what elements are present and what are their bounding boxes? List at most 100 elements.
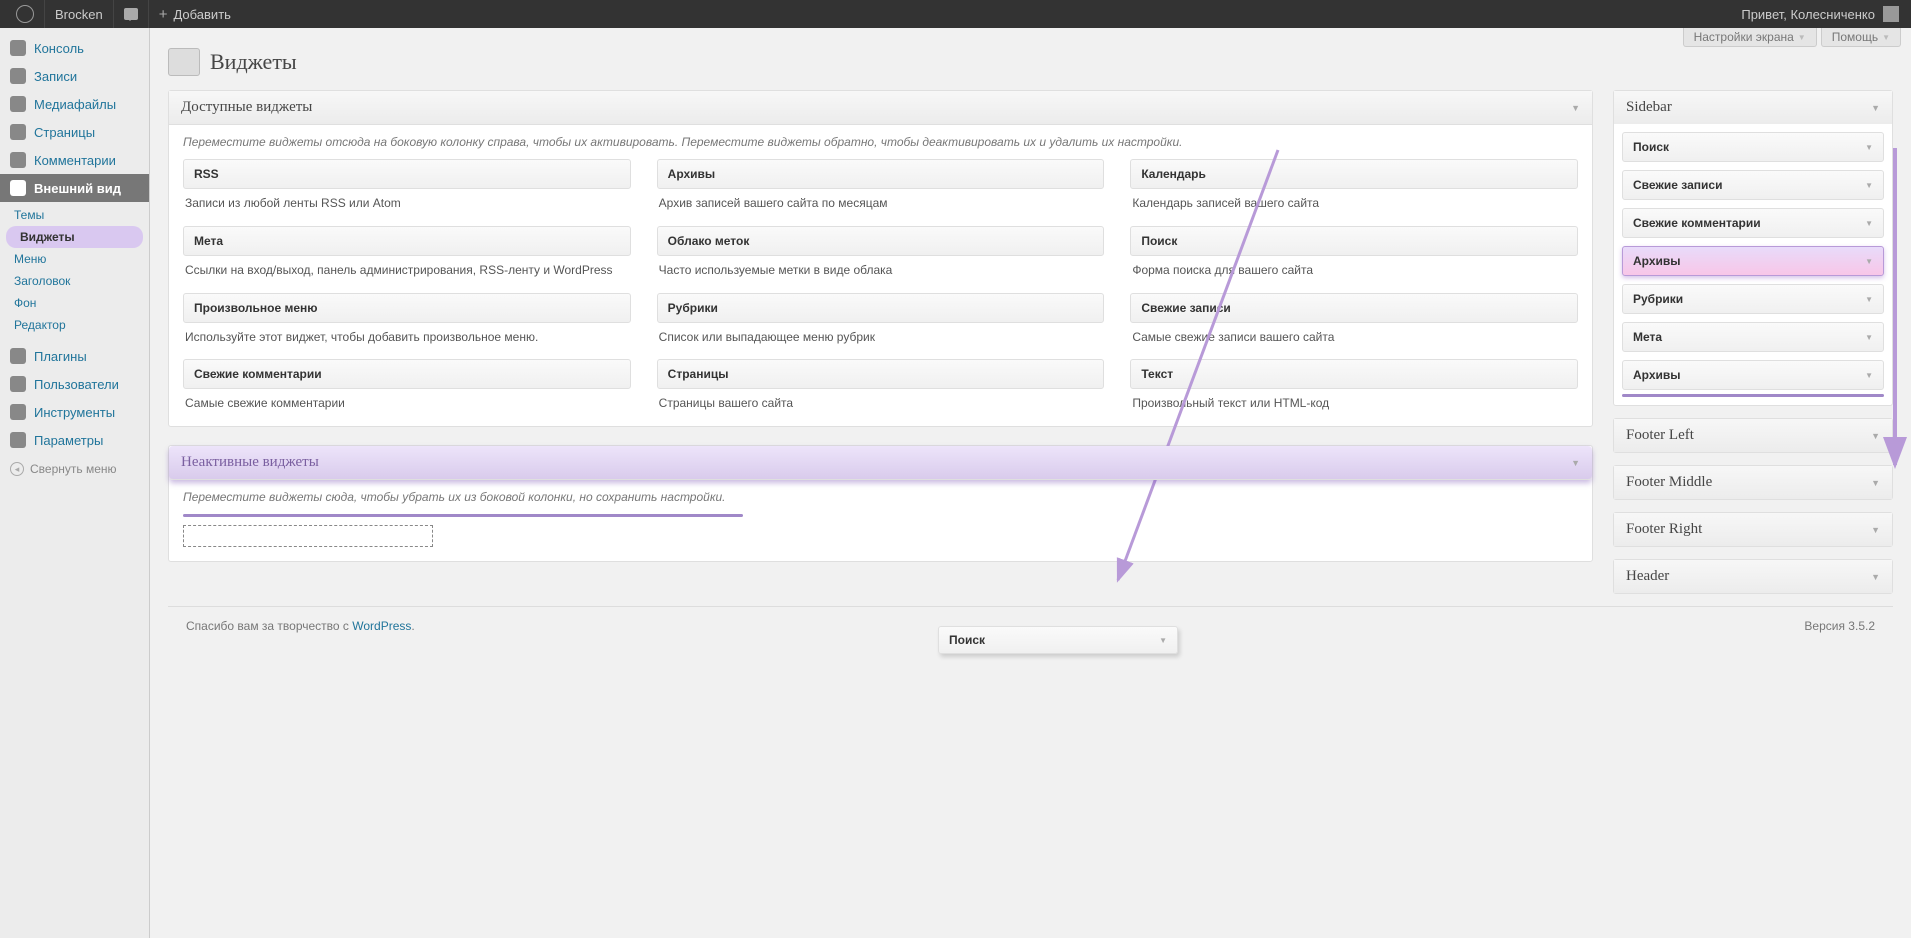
widget-handle[interactable]: Текст [1130, 359, 1578, 389]
collapse-icon: ◂ [10, 462, 24, 476]
comments-bubble[interactable] [113, 0, 148, 28]
submenu-editor[interactable]: Редактор [0, 314, 149, 336]
widget-item: ПоискФорма поиска для вашего сайта [1130, 226, 1578, 279]
widgets-icon [168, 48, 200, 76]
chevron-down-icon[interactable]: ▼ [1571, 103, 1580, 113]
sidebar-area-title[interactable]: Sidebar▼ [1614, 91, 1892, 124]
menu-tools[interactable]: Инструменты [0, 398, 149, 426]
chevron-down-icon[interactable]: ▼ [1571, 458, 1580, 468]
inactive-desc: Переместите виджеты сюда, чтобы убрать и… [183, 490, 1578, 504]
widget-item: Облако метокЧасто используемые метки в в… [657, 226, 1105, 279]
widget-handle[interactable]: Календарь [1130, 159, 1578, 189]
comment-icon [124, 8, 138, 20]
appearance-submenu: Темы Виджеты Меню Заголовок Фон Редактор [0, 202, 149, 342]
avatar-icon[interactable] [1883, 6, 1899, 22]
chevron-down-icon: ▼ [1882, 33, 1890, 42]
footer-middle-area[interactable]: Footer Middle▼ [1613, 465, 1893, 500]
admin-bar: Brocken + Добавить Привет, Колесниченко [0, 0, 1911, 28]
sidebar-widget[interactable]: Рубрики▼ [1622, 284, 1884, 314]
widget-desc: Часто используемые метки в виде облака [657, 256, 1105, 279]
dragged-widget[interactable]: Поиск ▼ [938, 626, 1178, 654]
settings-icon [10, 432, 26, 448]
available-desc: Переместите виджеты отсюда на боковую ко… [183, 135, 1578, 149]
widget-item: РубрикиСписок или выпадающее меню рубрик [657, 293, 1105, 346]
widget-item: СтраницыСтраницы вашего сайта [657, 359, 1105, 412]
wp-logo[interactable] [6, 0, 44, 28]
sidebar-widget[interactable]: Свежие записи▼ [1622, 170, 1884, 200]
sidebar-widget-highlighted[interactable]: Архивы▼ [1622, 246, 1884, 276]
menu-plugins[interactable]: Плагины [0, 342, 149, 370]
footer-left-area[interactable]: Footer Left▼ [1613, 418, 1893, 453]
inactive-widgets-title[interactable]: Неактивные виджеты ▼ [169, 446, 1592, 480]
widget-handle[interactable]: Свежие комментарии [183, 359, 631, 389]
greeting[interactable]: Привет, Колесниченко [1741, 7, 1875, 22]
add-new[interactable]: + Добавить [148, 0, 241, 28]
widget-desc: Самые свежие записи вашего сайта [1130, 323, 1578, 346]
sidebar-widget[interactable]: Архивы▼ [1622, 360, 1884, 390]
submenu-widgets[interactable]: Виджеты [6, 226, 143, 248]
plugins-icon [10, 348, 26, 364]
header-area[interactable]: Header▼ [1613, 559, 1893, 594]
plus-icon: + [159, 6, 168, 23]
widget-handle[interactable]: Страницы [657, 359, 1105, 389]
widget-handle[interactable]: Облако меток [657, 226, 1105, 256]
chevron-down-icon: ▼ [1871, 572, 1880, 582]
media-icon [10, 96, 26, 112]
widget-desc: Ссылки на вход/выход, панель администрир… [183, 256, 631, 279]
content: Настройки экрана▼ Помощь▼ Виджеты Доступ… [150, 28, 1911, 938]
comments-icon [10, 152, 26, 168]
menu-pages[interactable]: Страницы [0, 118, 149, 146]
tools-icon [10, 404, 26, 420]
widget-desc: Страницы вашего сайта [657, 389, 1105, 412]
users-icon [10, 376, 26, 392]
widget-handle[interactable]: Свежие записи [1130, 293, 1578, 323]
widget-desc: Календарь записей вашего сайта [1130, 189, 1578, 212]
menu-users[interactable]: Пользователи [0, 370, 149, 398]
menu-media[interactable]: Медиафайлы [0, 90, 149, 118]
sidebar-area: Sidebar▼ Поиск▼ Свежие записи▼ Свежие ко… [1613, 90, 1893, 406]
widget-handle[interactable]: Архивы [657, 159, 1105, 189]
available-widgets-title[interactable]: Доступные виджеты ▼ [169, 91, 1592, 125]
widget-handle[interactable]: RSS [183, 159, 631, 189]
collapse-menu[interactable]: ◂Свернуть меню [0, 454, 149, 484]
help-tab[interactable]: Помощь▼ [1821, 28, 1901, 47]
widget-desc: Архив записей вашего сайта по месяцам [657, 189, 1105, 212]
sidebar-widget[interactable]: Поиск▼ [1622, 132, 1884, 162]
chevron-down-icon: ▼ [1865, 257, 1873, 266]
widget-item: КалендарьКалендарь записей вашего сайта [1130, 159, 1578, 212]
widget-item: Произвольное менюИспользуйте этот виджет… [183, 293, 631, 346]
widget-desc: Используйте этот виджет, чтобы добавить … [183, 323, 631, 346]
menu-posts[interactable]: Записи [0, 62, 149, 90]
submenu-themes[interactable]: Темы [0, 204, 149, 226]
widget-desc: Записи из любой ленты RSS или Atom [183, 189, 631, 212]
sidebar-widget[interactable]: Свежие комментарии▼ [1622, 208, 1884, 238]
screen-options-tab[interactable]: Настройки экрана▼ [1683, 28, 1817, 47]
add-new-label: Добавить [173, 7, 230, 22]
widget-handle[interactable]: Рубрики [657, 293, 1105, 323]
chevron-down-icon: ▼ [1865, 219, 1873, 228]
menu-settings[interactable]: Параметры [0, 426, 149, 454]
drop-placeholder[interactable] [183, 525, 433, 547]
site-name[interactable]: Brocken [44, 0, 113, 28]
menu-dashboard[interactable]: Консоль [0, 34, 149, 62]
posts-icon [10, 68, 26, 84]
widget-item: Свежие комментарииСамые свежие комментар… [183, 359, 631, 412]
menu-comments[interactable]: Комментарии [0, 146, 149, 174]
submenu-background[interactable]: Фон [0, 292, 149, 314]
menu-appearance[interactable]: Внешний вид [0, 174, 149, 202]
widget-item: Свежие записиСамые свежие записи вашего … [1130, 293, 1578, 346]
inactive-widgets-panel: Неактивные виджеты ▼ Переместите виджеты… [168, 445, 1593, 562]
widget-desc: Форма поиска для вашего сайта [1130, 256, 1578, 279]
sidebar-widget[interactable]: Мета▼ [1622, 322, 1884, 352]
widget-handle[interactable]: Мета [183, 226, 631, 256]
chevron-down-icon: ▼ [1865, 333, 1873, 342]
submenu-header[interactable]: Заголовок [0, 270, 149, 292]
widget-handle[interactable]: Произвольное меню [183, 293, 631, 323]
dashboard-icon [10, 40, 26, 56]
submenu-menus[interactable]: Меню [0, 248, 149, 270]
chevron-down-icon[interactable]: ▼ [1871, 103, 1880, 113]
widget-handle[interactable]: Поиск [1130, 226, 1578, 256]
page-title: Виджеты [168, 48, 1893, 76]
footer-wp-link[interactable]: WordPress [352, 619, 411, 633]
footer-right-area[interactable]: Footer Right▼ [1613, 512, 1893, 547]
